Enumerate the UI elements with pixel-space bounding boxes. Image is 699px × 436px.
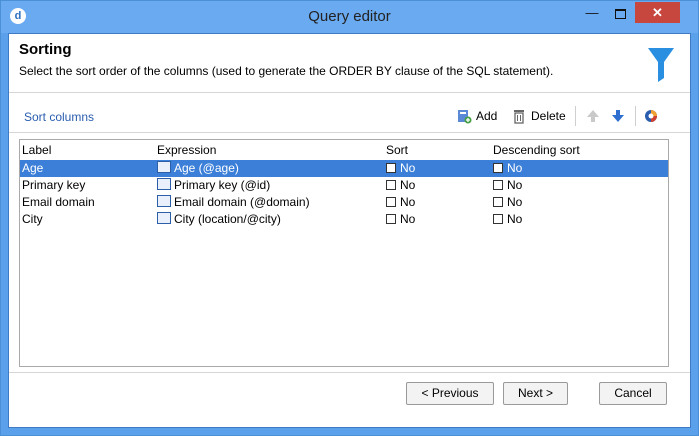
add-icon [458, 110, 472, 124]
query-editor-window: d Query editor — ✕ Sorting Select the so… [0, 0, 699, 436]
arrow-down-icon [612, 110, 624, 122]
sort-checkbox[interactable]: No [386, 194, 415, 211]
table-row[interactable]: Age Age (@age) No No [20, 160, 668, 177]
row-expression: Email domain (@domain) [157, 194, 310, 211]
toolbar-divider [575, 106, 576, 126]
maximize-button[interactable] [607, 2, 633, 23]
row-expression: City (location/@city) [157, 211, 281, 228]
row-label: Age [22, 161, 44, 175]
sort-checkbox[interactable]: No [386, 160, 415, 177]
checkbox-box[interactable] [493, 197, 503, 207]
row-label: Email domain [22, 195, 95, 209]
distribution-button[interactable] [643, 106, 659, 126]
checkbox-box[interactable] [386, 197, 396, 207]
descending-checkbox[interactable]: No [493, 211, 522, 228]
checkbox-box[interactable] [386, 163, 396, 173]
checkbox-box[interactable] [493, 163, 503, 173]
maximize-icon [614, 8, 626, 19]
table-row[interactable]: Email domain Email domain (@domain) No N… [20, 194, 668, 211]
descending-checkbox[interactable]: No [493, 177, 522, 194]
add-label: Add [476, 109, 498, 123]
footer-divider [9, 372, 690, 373]
delete-button[interactable]: Delete [511, 106, 566, 126]
sort-columns-toolbar: Sort columns Add Delete [19, 104, 667, 128]
section-label: Sort columns [24, 110, 95, 124]
table-row[interactable]: City City (location/@city) No No [20, 211, 668, 228]
move-down-button[interactable] [610, 106, 626, 126]
previous-button[interactable]: < Previous [406, 382, 494, 405]
table-row[interactable]: Primary key Primary key (@id) No No [20, 177, 668, 194]
computed-field-icon [157, 195, 171, 207]
checkbox-box[interactable] [493, 214, 503, 224]
descending-checkbox[interactable]: No [493, 160, 522, 177]
move-up-button[interactable] [585, 106, 601, 126]
sort-checkbox[interactable]: No [386, 211, 415, 228]
column-header-label[interactable]: Label [22, 142, 51, 159]
column-header-descending[interactable]: Descending sort [493, 142, 580, 159]
dialog-body: Sorting Select the sort order of the col… [8, 33, 691, 428]
column-header-expression[interactable]: Expression [157, 142, 216, 159]
grid-header-row: Label Expression Sort Descending sort [20, 142, 668, 159]
cancel-button[interactable]: Cancel [599, 382, 667, 405]
page-title: Sorting [19, 41, 72, 58]
toolbar-divider [635, 106, 636, 126]
row-label: City [22, 212, 43, 226]
key-field-icon [157, 178, 171, 190]
pie-chart-icon [645, 110, 657, 122]
add-button[interactable]: Add [456, 106, 497, 126]
row-expression: Primary key (@id) [157, 177, 270, 194]
checkbox-box[interactable] [493, 180, 503, 190]
checkbox-box[interactable] [386, 214, 396, 224]
sort-columns-grid: Label Expression Sort Descending sort Ag… [19, 139, 669, 367]
minimize-button[interactable]: — [579, 2, 605, 23]
numeric-field-icon [157, 161, 171, 173]
trash-icon [514, 110, 524, 124]
descending-checkbox[interactable]: No [493, 194, 522, 211]
column-header-sort[interactable]: Sort [386, 142, 408, 159]
page-header: Sorting Select the sort order of the col… [9, 34, 690, 92]
checkbox-box[interactable] [386, 180, 396, 190]
sort-checkbox[interactable]: No [386, 177, 415, 194]
filter-funnel-icon [648, 48, 674, 82]
row-label: Primary key [22, 178, 86, 192]
page-subtitle: Select the sort order of the columns (us… [19, 64, 554, 78]
title-bar[interactable]: d Query editor — ✕ [1, 1, 698, 33]
close-button[interactable]: ✕ [635, 2, 680, 23]
delete-label: Delete [531, 109, 566, 123]
next-button[interactable]: Next > [503, 382, 568, 405]
toolbar-divider-line [9, 132, 690, 133]
text-field-icon [157, 212, 171, 224]
arrow-up-icon [587, 110, 599, 122]
header-divider [9, 92, 690, 93]
row-expression: Age (@age) [157, 160, 239, 177]
